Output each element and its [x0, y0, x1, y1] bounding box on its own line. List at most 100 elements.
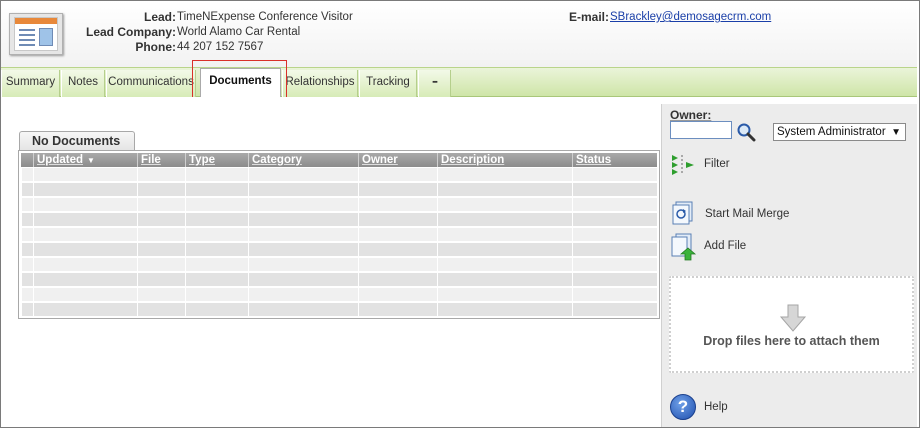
grid-cell-divider: [21, 303, 22, 317]
mail-merge-label: Start Mail Merge: [705, 208, 790, 220]
grid-cell-divider: [33, 273, 34, 287]
grid-cell-divider: [358, 183, 359, 197]
start-mail-merge-button[interactable]: Start Mail Merge: [670, 201, 810, 229]
empty-grid-row: [21, 183, 657, 197]
grid-cell-divider: [33, 258, 34, 272]
grid-cell-divider: [21, 243, 22, 257]
grid-cell-divider: [185, 213, 186, 227]
column-header-category[interactable]: Category: [248, 153, 358, 167]
tab-communications[interactable]: Communications: [106, 70, 196, 97]
dropzone-text: Drop files here to attach them: [703, 334, 880, 348]
grid-cell-divider: [358, 168, 359, 182]
empty-grid-row: [21, 288, 657, 302]
column-header-owner[interactable]: Owner: [358, 153, 437, 167]
grid-cell-divider: [248, 303, 249, 317]
tab-bar: Summary Notes Communications Documents R…: [1, 67, 917, 99]
chevron-down-icon: ▼: [891, 127, 901, 138]
add-file-button[interactable]: Add File: [670, 233, 780, 261]
grid-cell-divider: [248, 213, 249, 227]
owner-select[interactable]: System Administrator ▼: [773, 123, 906, 141]
grid-cell-divider: [33, 243, 34, 257]
grid-cell-divider: [137, 243, 138, 257]
grid-cell-divider: [185, 228, 186, 242]
grid-cell-divider: [437, 183, 438, 197]
grid-cell-divider: [185, 168, 186, 182]
filter-icon: [670, 152, 696, 178]
grid-title-tab: No Documents: [19, 131, 135, 151]
empty-grid-row: [21, 228, 657, 242]
add-file-label: Add File: [704, 240, 747, 252]
file-dropzone[interactable]: Drop files here to attach them: [669, 276, 914, 373]
grid-cell-divider: [21, 228, 22, 242]
grid-cell-divider: [248, 243, 249, 257]
grid-cell-divider: [572, 228, 573, 242]
column-header-description[interactable]: Description: [437, 153, 572, 167]
lead-card-icon: [9, 13, 63, 55]
grid-cell-divider: [21, 183, 22, 197]
grid-cell-divider: [358, 258, 359, 272]
grid-cell-divider: [572, 198, 573, 212]
owner-input[interactable]: [670, 121, 732, 139]
filter-button[interactable]: Filter: [670, 152, 750, 180]
grid-cell-divider: [248, 288, 249, 302]
column-header-type[interactable]: Type: [185, 153, 248, 167]
lead-value: TimeNExpense Conference Visitor: [177, 11, 353, 23]
grid-cell-divider: [358, 213, 359, 227]
grid-cell-divider: [437, 288, 438, 302]
grid-cell-divider: [33, 228, 34, 242]
grid-cell-divider: [358, 273, 359, 287]
empty-grid-row: [21, 213, 657, 227]
email-link[interactable]: SBrackley@demosagecrm.com: [610, 11, 771, 23]
filter-label: Filter: [704, 158, 730, 170]
grid-cell-divider: [358, 288, 359, 302]
grid-cell-divider: [437, 168, 438, 182]
grid-cell-divider: [33, 213, 34, 227]
column-header-file[interactable]: File: [137, 153, 185, 167]
grid-cell-divider: [185, 273, 186, 287]
grid-cell-divider: [572, 183, 573, 197]
grid-cell-divider: [358, 198, 359, 212]
add-file-icon: [670, 233, 697, 261]
grid-cell-divider: [248, 168, 249, 182]
grid-cell-divider: [21, 198, 22, 212]
documents-grid: Updated ▼ File Type Category Owner Descri…: [18, 150, 660, 319]
tab-relationships[interactable]: Relationships: [282, 70, 358, 97]
record-header: Lead: TimeNExpense Conference Visitor Le…: [1, 1, 917, 67]
grid-cell-divider: [437, 228, 438, 242]
column-header-updated[interactable]: Updated ▼: [33, 153, 137, 167]
company-label: Lead Company:: [85, 25, 176, 39]
grid-cell-divider: [437, 243, 438, 257]
grid-cell-divider: [185, 288, 186, 302]
empty-grid-row: [21, 198, 657, 212]
column-header-label: Updated: [37, 154, 83, 166]
search-icon[interactable]: [736, 122, 756, 142]
grid-cell-divider: [21, 273, 22, 287]
tab-summary[interactable]: Summary: [1, 70, 60, 97]
grid-cell-divider: [437, 273, 438, 287]
grid-cell-divider: [248, 228, 249, 242]
grid-cell-divider: [248, 183, 249, 197]
help-label: Help: [704, 401, 728, 413]
grid-cell-divider: [21, 168, 22, 182]
main-content: No Documents Updated ▼ File Type Category…: [1, 97, 660, 427]
arrow-down-icon: [779, 304, 807, 332]
grid-cell-divider: [21, 288, 22, 302]
grid-cell-divider: [358, 243, 359, 257]
grid-cell-divider: [185, 183, 186, 197]
grid-cell-divider: [137, 303, 138, 317]
email-label: E-mail:: [568, 10, 609, 24]
column-header-status[interactable]: Status: [572, 153, 657, 167]
grid-cell-divider: [185, 258, 186, 272]
tab-notes[interactable]: Notes: [61, 70, 105, 97]
tab-tracking[interactable]: Tracking: [359, 70, 417, 97]
phone-value: 44 207 152 7567: [177, 41, 264, 53]
grid-cell-divider: [185, 198, 186, 212]
grid-cell-divider: [437, 258, 438, 272]
tab-more[interactable]: ▪▪▪: [418, 70, 451, 97]
grid-cell-divider: [185, 303, 186, 317]
grid-cell-divider: [137, 198, 138, 212]
owner-label: Owner:: [670, 108, 712, 122]
grid-cell-divider: [33, 288, 34, 302]
grid-cell-divider: [137, 183, 138, 197]
lead-label: Lead:: [143, 10, 176, 24]
